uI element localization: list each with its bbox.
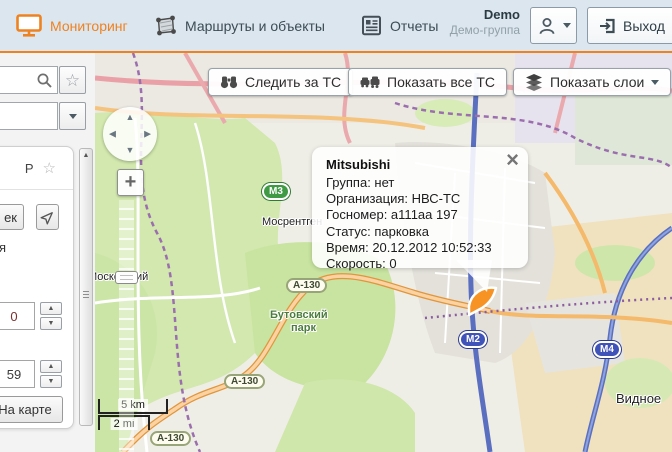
vehicle-details-card: P ☆ ек я ▲ ▼ ▲ ▼ На карте <box>0 146 74 429</box>
spin-up-icon[interactable]: ▲ <box>40 302 62 315</box>
pan-up-icon[interactable]: ▲ <box>126 113 135 122</box>
show-all-vehicles-label: Показать все ТС <box>387 74 495 90</box>
tab-monitoring[interactable]: Мониторинг <box>16 0 128 51</box>
zoom-slider-thumb[interactable] <box>115 271 138 284</box>
pan-down-icon[interactable]: ▼ <box>126 146 135 155</box>
exit-icon <box>599 17 617 35</box>
chevron-down-icon <box>563 23 571 28</box>
show-all-vehicles-button[interactable]: Показать все ТС <box>348 68 507 96</box>
logout-label: Выход <box>623 18 665 34</box>
tab-reports-label: Отчеты <box>390 18 438 34</box>
chevron-down-icon <box>69 114 77 119</box>
navigation-arrow-icon <box>40 209 56 225</box>
top-navigation-bar: Мониторинг Маршруты и объекты Отчеты Dem… <box>0 0 672 53</box>
user-group: Демо-группа <box>450 23 520 38</box>
current-user-info: Demo Демо-группа <box>450 7 520 38</box>
on-map-button[interactable]: На карте <box>0 396 63 423</box>
close-icon[interactable]: × <box>506 149 519 171</box>
star-icon[interactable]: ☆ <box>43 161 56 176</box>
scroll-up-icon[interactable]: ▲ <box>80 152 92 159</box>
person-icon <box>537 16 557 36</box>
vehicle-monitoring-app: МосрентгенМосковскийБутовскийпаркВидноеМ… <box>0 0 672 452</box>
spin-down-icon[interactable]: ▼ <box>40 375 62 388</box>
show-layers-label: Показать слои <box>550 74 644 90</box>
star-icon: ☆ <box>65 72 80 89</box>
sidebar-panel: ☆ P ☆ ек я ▲ ▼ ▲ <box>0 53 95 452</box>
search-icon <box>36 72 53 89</box>
card-header: P ☆ <box>0 147 73 190</box>
geofence-polygon-icon <box>154 15 177 36</box>
card-header-letter: P <box>25 161 34 176</box>
popup-info-line: Статус: парковка <box>326 224 514 240</box>
map-pan-control[interactable]: ▲ ▼ ◀ ▶ <box>103 107 157 161</box>
spin-up-icon[interactable]: ▲ <box>40 360 62 373</box>
vehicle-info-popup: × Mitsubishi Группа: нетОрганизация: НВС… <box>312 147 528 268</box>
tab-routes-objects[interactable]: Маршруты и объекты <box>154 0 325 51</box>
zoom-in-button[interactable]: + <box>117 169 144 196</box>
report-document-icon <box>361 15 382 36</box>
group-combo-input[interactable] <box>0 102 58 130</box>
popup-info-lines: Группа: нетОрганизация: НВС-ТСГосномер: … <box>326 175 514 272</box>
layers-icon <box>525 74 543 91</box>
popup-vehicle-title: Mitsubishi <box>326 157 514 172</box>
user-menu-button[interactable] <box>530 7 577 44</box>
popup-info-line: Время: 20.12.2012 10:52:33 <box>326 240 514 256</box>
spinner-buttons-2: ▲ ▼ <box>40 360 62 388</box>
popup-info-line: Госномер: а111аа 197 <box>326 207 514 223</box>
chevron-down-icon <box>651 80 659 85</box>
follow-vehicle-button[interactable]: Следить за ТС <box>208 68 353 96</box>
favorites-filter-button[interactable]: ☆ <box>59 66 86 94</box>
pan-right-icon[interactable]: ▶ <box>144 130 151 139</box>
track-button[interactable]: ек <box>0 204 24 230</box>
popup-info-line: Группа: нет <box>326 175 514 191</box>
monitor-icon <box>16 14 42 37</box>
tab-routes-objects-label: Маршруты и объекты <box>185 18 325 34</box>
popup-info-line: Организация: НВС-ТС <box>326 191 514 207</box>
sidebar-scrollbar[interactable]: ▲ <box>79 148 93 426</box>
locate-vehicle-button[interactable] <box>36 204 59 230</box>
logout-button[interactable]: Выход <box>587 7 672 44</box>
group-combo-dropdown-button[interactable] <box>59 102 86 130</box>
tab-monitoring-label: Мониторинг <box>50 18 128 34</box>
tab-reports[interactable]: Отчеты <box>361 0 438 51</box>
spinner-field-1[interactable] <box>0 302 35 330</box>
spinner-field-2[interactable] <box>0 360 35 388</box>
user-name: Demo <box>450 7 520 23</box>
spinner-buttons-1: ▲ ▼ <box>40 302 62 330</box>
pan-left-icon[interactable]: ◀ <box>109 130 116 139</box>
binoculars-icon <box>220 75 238 89</box>
cars-icon <box>360 75 380 89</box>
zoom-slider-track[interactable] <box>119 200 134 452</box>
cut-off-label: я <box>0 240 6 255</box>
spin-down-icon[interactable]: ▼ <box>40 317 62 330</box>
follow-vehicle-label: Следить за ТС <box>245 74 341 90</box>
splitter-grip-icon <box>83 289 89 300</box>
show-layers-button[interactable]: Показать слои <box>513 68 671 96</box>
popup-info-line: Скорость: 0 <box>326 256 514 272</box>
